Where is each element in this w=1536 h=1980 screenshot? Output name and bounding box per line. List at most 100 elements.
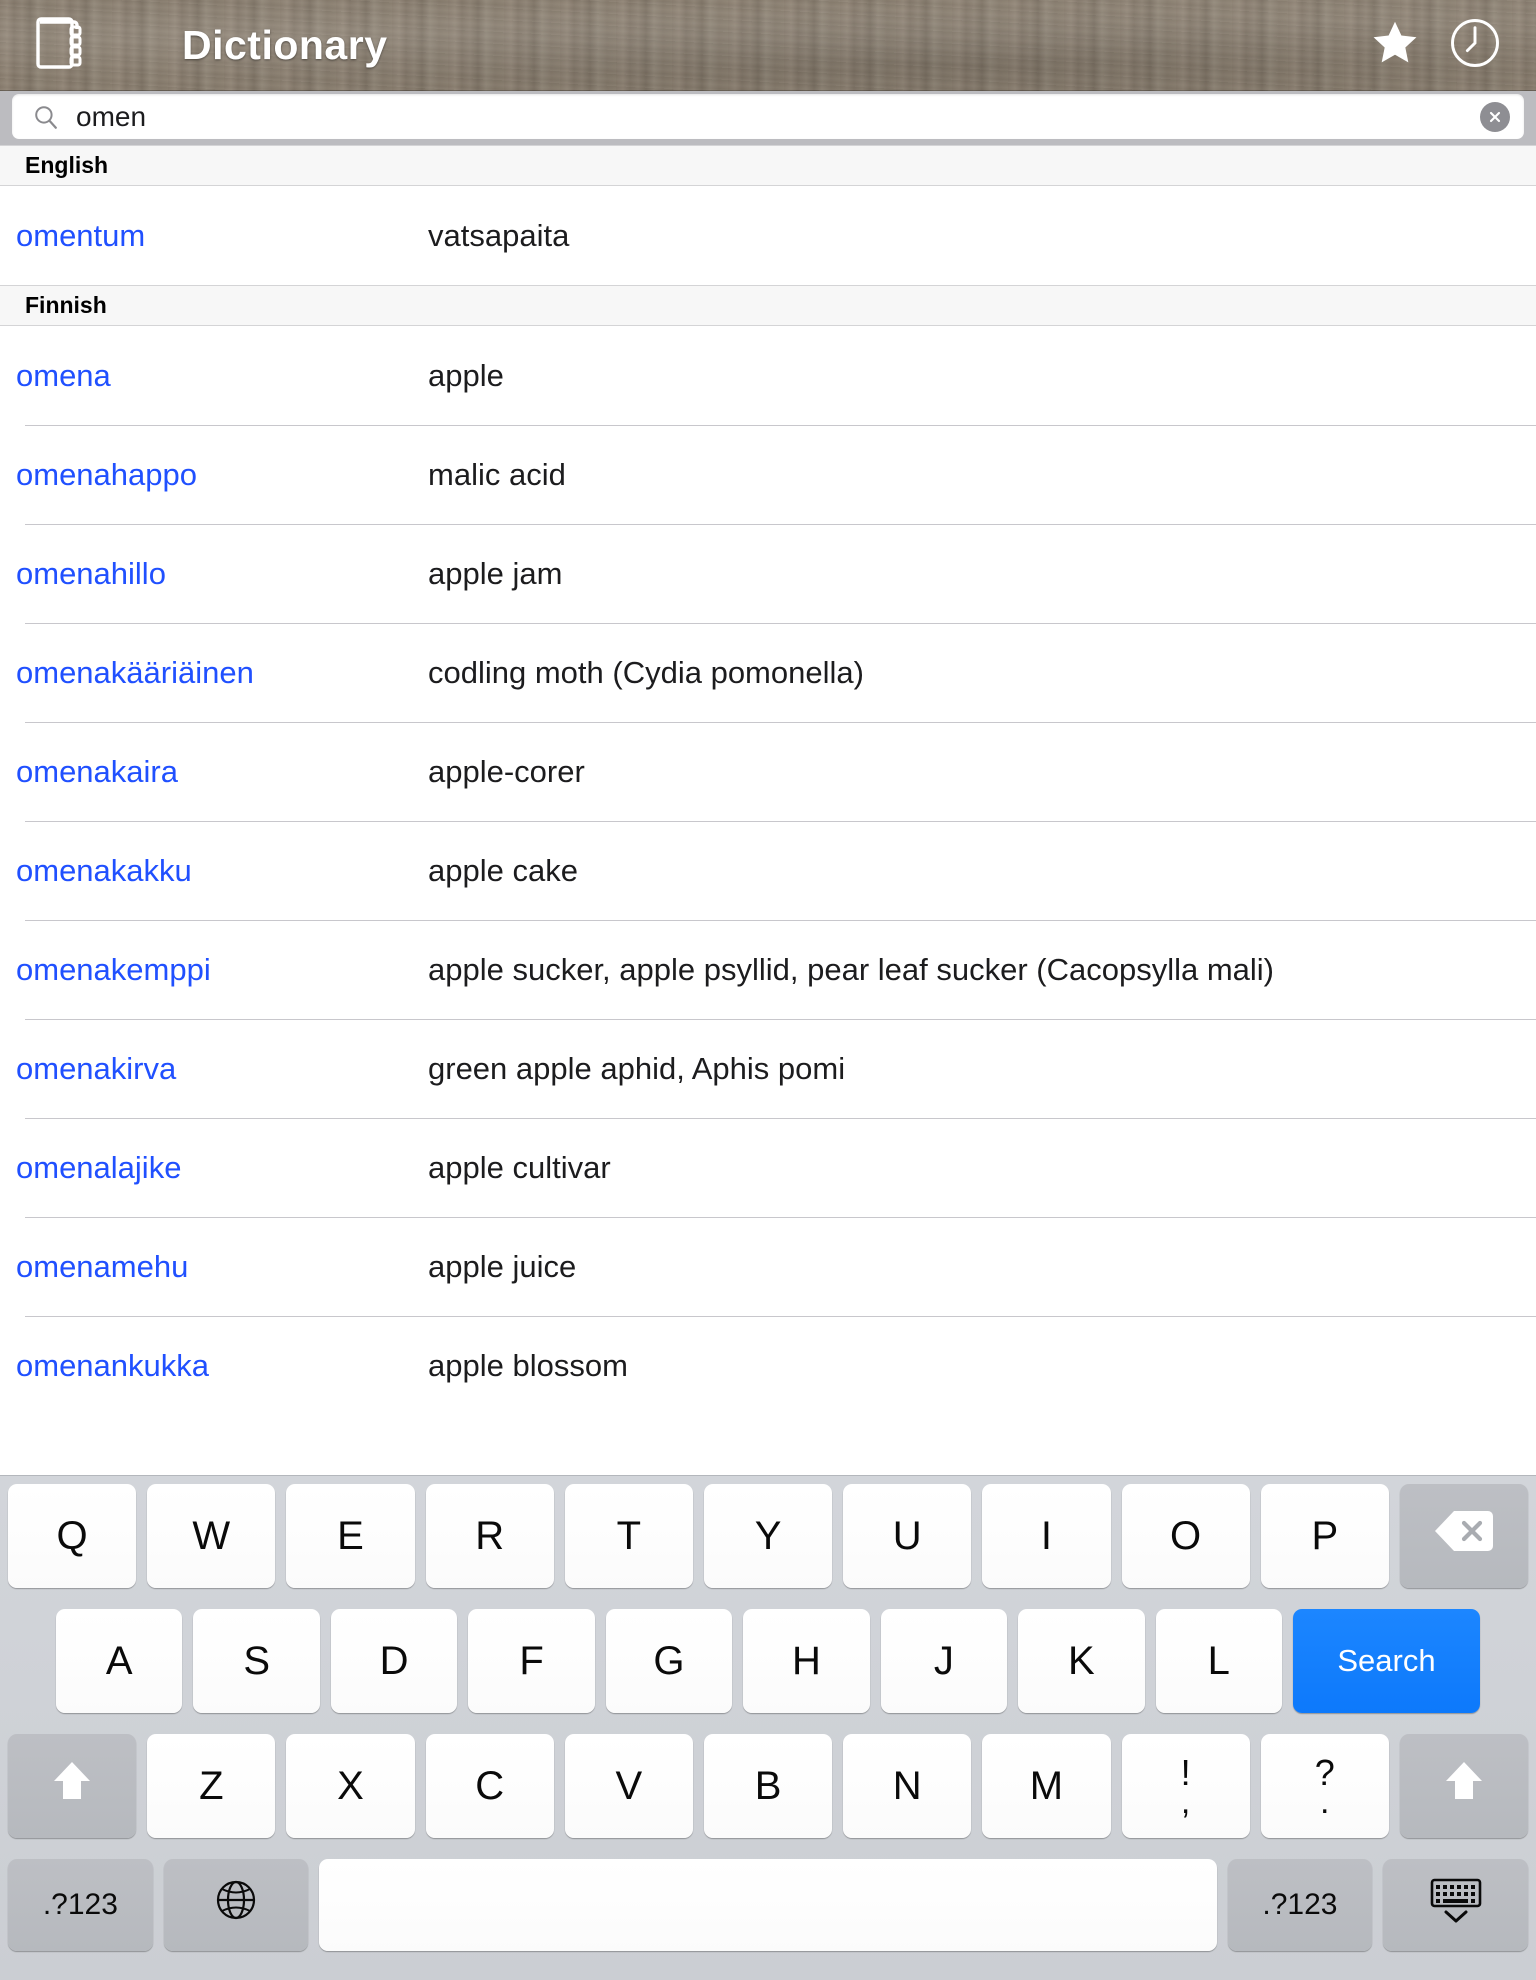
key-y[interactable]: Y bbox=[703, 1484, 833, 1588]
key-r[interactable]: R bbox=[425, 1484, 554, 1588]
key-comma-label: , bbox=[1180, 1782, 1191, 1821]
clear-search-button[interactable] bbox=[1480, 101, 1510, 132]
table-row[interactable]: omenamehu apple juice bbox=[0, 1217, 1536, 1316]
key-shift-right[interactable] bbox=[1399, 1734, 1529, 1838]
key-o[interactable]: O bbox=[1121, 1484, 1250, 1588]
key-a[interactable]: A bbox=[56, 1609, 183, 1713]
key-c[interactable]: C bbox=[425, 1734, 554, 1838]
key-i[interactable]: I bbox=[982, 1484, 1111, 1588]
key-j[interactable]: J bbox=[880, 1609, 1008, 1713]
clock-icon bbox=[1448, 16, 1502, 75]
search-bar: omen bbox=[0, 91, 1536, 145]
table-row[interactable]: omenalajike apple cultivar bbox=[0, 1118, 1536, 1217]
shift-icon bbox=[50, 1758, 94, 1814]
table-row[interactable]: omenakakku apple cake bbox=[0, 821, 1536, 920]
key-q[interactable]: Q bbox=[8, 1484, 137, 1588]
keyboard-row-2: A S D F G H J K L Search bbox=[0, 1609, 1536, 1727]
backspace-icon bbox=[1433, 1508, 1495, 1564]
row-term[interactable]: omenakirva bbox=[0, 1051, 428, 1087]
globe-icon bbox=[214, 1878, 258, 1932]
page-title: Dictionary bbox=[182, 21, 388, 68]
table-row[interactable]: omena apple bbox=[0, 326, 1536, 425]
row-definition: apple blossom bbox=[428, 1347, 628, 1383]
key-e[interactable]: E bbox=[286, 1484, 415, 1588]
key-hide-keyboard[interactable] bbox=[1383, 1859, 1528, 1951]
key-search[interactable]: Search bbox=[1292, 1609, 1481, 1713]
table-row[interactable]: omenahappo malic acid bbox=[0, 425, 1536, 524]
row-term[interactable]: omenakääriäinen bbox=[0, 655, 428, 691]
table-row[interactable]: omenakääriäinen codling moth (Cydia pomo… bbox=[0, 623, 1536, 722]
row-definition: vatsapaita bbox=[428, 217, 570, 253]
table-row[interactable]: omentum vatsapaita bbox=[0, 186, 1536, 285]
key-b[interactable]: B bbox=[703, 1734, 833, 1838]
key-numeric-right[interactable]: .?123 bbox=[1227, 1859, 1373, 1951]
section-header-english: English bbox=[0, 145, 1536, 186]
title-bar: Dictionary bbox=[0, 0, 1536, 91]
row-term[interactable]: omenalajike bbox=[0, 1150, 428, 1186]
virtual-keyboard: Q W E R T Y U I O P A S D F G H J K L Se… bbox=[0, 1475, 1536, 1980]
row-definition: malic acid bbox=[428, 456, 566, 492]
star-icon bbox=[1368, 17, 1422, 74]
history-button[interactable] bbox=[1448, 16, 1502, 75]
key-z[interactable]: Z bbox=[147, 1734, 276, 1838]
row-term[interactable]: omenahappo bbox=[0, 457, 428, 493]
key-k[interactable]: K bbox=[1018, 1609, 1145, 1713]
row-term[interactable]: omentum bbox=[0, 218, 428, 254]
keyboard-row-3: Z X C V B N M ! , ? . bbox=[0, 1734, 1536, 1852]
key-space[interactable] bbox=[319, 1859, 1217, 1951]
key-x[interactable]: X bbox=[286, 1734, 415, 1838]
key-h[interactable]: H bbox=[743, 1609, 870, 1713]
hide-keyboard-icon bbox=[1428, 1876, 1484, 1934]
shift-icon bbox=[1442, 1758, 1486, 1814]
row-definition: green apple aphid, Aphis pomi bbox=[428, 1050, 846, 1086]
table-row[interactable]: omenahillo apple jam bbox=[0, 524, 1536, 623]
key-numeric-left[interactable]: .?123 bbox=[8, 1859, 153, 1951]
key-m[interactable]: M bbox=[982, 1734, 1111, 1838]
table-row[interactable]: omenakaira apple-corer bbox=[0, 722, 1536, 821]
key-f[interactable]: F bbox=[468, 1609, 595, 1713]
clear-circle-icon bbox=[1486, 108, 1504, 126]
key-t[interactable]: T bbox=[564, 1484, 693, 1588]
row-definition: apple sucker, apple psyllid, pear leaf s… bbox=[428, 951, 1275, 987]
row-definition: apple juice bbox=[428, 1248, 577, 1284]
row-term[interactable]: omenakemppi bbox=[0, 952, 428, 988]
search-field[interactable]: omen bbox=[12, 94, 1524, 139]
results-list[interactable]: English omentum vatsapaita Finnish omena… bbox=[0, 145, 1536, 1475]
row-definition: apple-corer bbox=[428, 753, 585, 789]
dictionary-app: Dictionary omen English omentum vatsapai… bbox=[0, 0, 1536, 1980]
row-term[interactable]: omena bbox=[0, 358, 428, 394]
row-term[interactable]: omenakaira bbox=[0, 754, 428, 790]
row-term[interactable]: omenamehu bbox=[0, 1249, 428, 1285]
key-w[interactable]: W bbox=[147, 1484, 276, 1588]
row-definition: codling moth (Cydia pomonella) bbox=[428, 654, 864, 690]
row-definition: apple jam bbox=[428, 555, 563, 591]
key-u[interactable]: U bbox=[843, 1484, 972, 1588]
key-exclamation-comma[interactable]: ! , bbox=[1121, 1734, 1250, 1838]
key-backspace[interactable] bbox=[1399, 1484, 1529, 1588]
key-g[interactable]: G bbox=[605, 1609, 733, 1713]
search-input[interactable]: omen bbox=[76, 103, 1480, 131]
row-term[interactable]: omenankukka bbox=[0, 1348, 428, 1384]
key-period-label: . bbox=[1320, 1782, 1330, 1821]
titlebar-actions bbox=[1368, 16, 1536, 75]
book-icon bbox=[34, 13, 86, 78]
row-definition: apple cultivar bbox=[428, 1149, 611, 1185]
key-globe[interactable] bbox=[163, 1859, 309, 1951]
key-shift-left[interactable] bbox=[8, 1734, 137, 1838]
keyboard-row-4: .?123 .?123 bbox=[0, 1859, 1536, 1967]
book-button[interactable] bbox=[0, 13, 120, 78]
key-p[interactable]: P bbox=[1260, 1484, 1389, 1588]
row-term[interactable]: omenakakku bbox=[0, 853, 428, 889]
table-row[interactable]: omenankukka apple blossom bbox=[0, 1316, 1536, 1415]
search-icon bbox=[32, 103, 60, 131]
key-n[interactable]: N bbox=[843, 1734, 972, 1838]
table-row[interactable]: omenakemppi apple sucker, apple psyllid,… bbox=[0, 920, 1536, 1019]
key-l[interactable]: L bbox=[1155, 1609, 1282, 1713]
key-d[interactable]: D bbox=[330, 1609, 458, 1713]
key-question-period[interactable]: ? . bbox=[1260, 1734, 1389, 1838]
row-term[interactable]: omenahillo bbox=[0, 556, 428, 592]
key-v[interactable]: V bbox=[564, 1734, 693, 1838]
favorites-button[interactable] bbox=[1368, 17, 1422, 74]
table-row[interactable]: omenakirva green apple aphid, Aphis pomi bbox=[0, 1019, 1536, 1118]
key-s[interactable]: S bbox=[193, 1609, 320, 1713]
